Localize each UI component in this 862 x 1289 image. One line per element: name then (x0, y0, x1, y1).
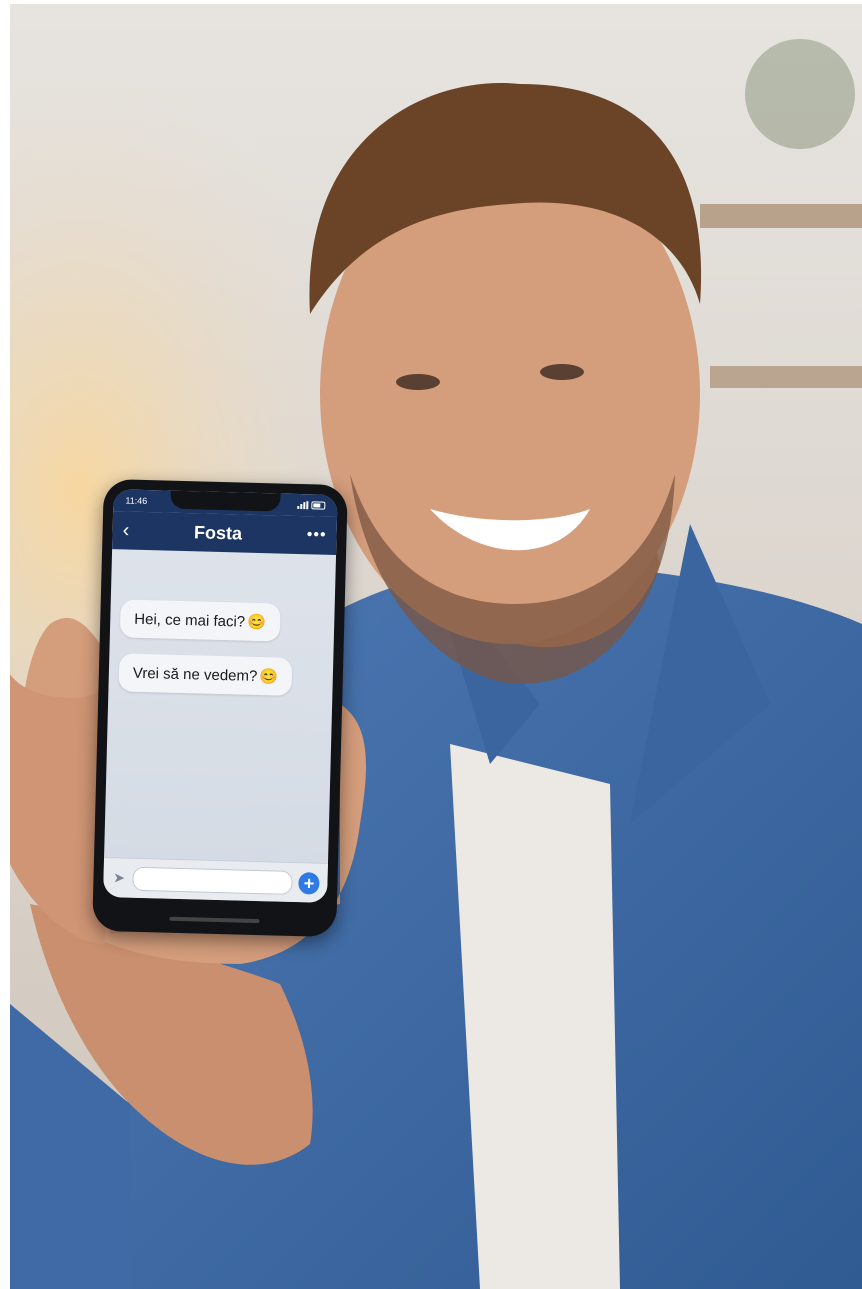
back-icon[interactable]: ‹ (122, 519, 129, 541)
message-list: Hei, ce mai faci? 😊 Vrei să ne vedem? 😊 (104, 549, 336, 863)
chat-header: ‹ Fosta ••• (112, 511, 338, 555)
smile-emoji-icon: 😊 (246, 613, 267, 632)
message-bubble: Hei, ce mai faci? 😊 (119, 599, 281, 642)
more-options-icon[interactable]: ••• (307, 526, 327, 545)
message-bubble: Vrei să ne vedem? 😊 (118, 653, 293, 696)
plus-icon[interactable]: + (298, 871, 320, 895)
contact-name: Fosta (193, 521, 243, 544)
attach-icon[interactable]: ➤ (111, 869, 127, 886)
home-indicator (169, 916, 260, 924)
message-input[interactable] (132, 866, 293, 895)
phone-screen: 11:46 ‹ Fosta ••• Hei, ce mai faci? 😊 Vr… (103, 489, 338, 903)
message-composer: ➤ + (103, 857, 328, 903)
message-text: Hei, ce mai faci? (134, 610, 246, 631)
phone: 11:46 ‹ Fosta ••• Hei, ce mai faci? 😊 Vr… (92, 478, 348, 938)
message-text: Vrei să ne vedem? (132, 664, 258, 685)
phone-notch (170, 490, 281, 512)
status-icons (297, 501, 326, 510)
battery-icon (311, 501, 326, 510)
status-time: 11:46 (125, 495, 148, 507)
smile-emoji-icon: 😊 (259, 668, 279, 686)
signal-icon (297, 501, 309, 510)
photo-scene: 11:46 ‹ Fosta ••• Hei, ce mai faci? 😊 Vr… (10, 4, 862, 1289)
